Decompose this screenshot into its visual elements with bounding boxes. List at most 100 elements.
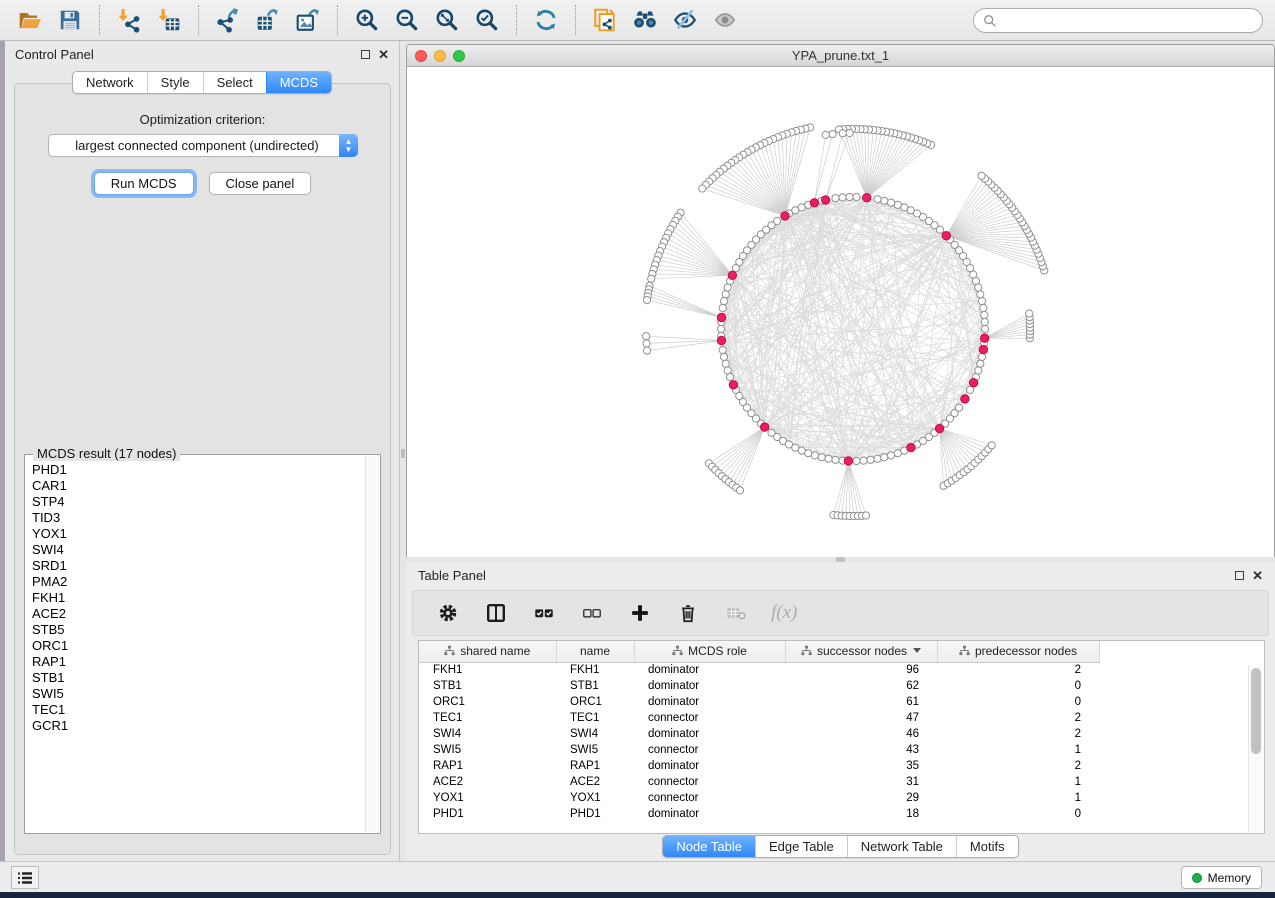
table-cell: RAP1: [419, 758, 556, 774]
unselect-all-columns-button[interactable]: [579, 600, 605, 626]
mcds-result-item[interactable]: STB1: [32, 670, 365, 686]
table-row[interactable]: ORC1ORC1dominator610: [419, 694, 1099, 710]
column-header[interactable]: name: [556, 641, 634, 662]
create-column-button[interactable]: [627, 600, 653, 626]
table-cell: 61: [785, 694, 937, 710]
mcds-result-item[interactable]: STB5: [32, 622, 365, 638]
table-cell: 0: [937, 678, 1099, 694]
open-file-button[interactable]: [10, 3, 50, 37]
table-scrollbar[interactable]: [1248, 665, 1263, 832]
table-row[interactable]: SWI4SWI4dominator462: [419, 726, 1099, 742]
function-builder-button[interactable]: f(x): [771, 602, 797, 624]
table-row[interactable]: RAP1RAP1dominator352: [419, 758, 1099, 774]
close-panel-icon[interactable]: ✕: [378, 50, 389, 59]
table-cell: dominator: [634, 678, 785, 694]
delete-table-button[interactable]: [723, 600, 749, 626]
mcds-result-item[interactable]: ORC1: [32, 638, 365, 654]
table-cell: connector: [634, 790, 785, 806]
mcds-result-item[interactable]: CAR1: [32, 478, 365, 494]
table-row[interactable]: YOX1YOX1connector291: [419, 790, 1099, 806]
mcds-result-item[interactable]: STP4: [32, 494, 365, 510]
zoom-fit-button[interactable]: [427, 3, 467, 37]
tab-style[interactable]: Style: [147, 72, 203, 93]
close-panel-icon[interactable]: ✕: [1252, 571, 1263, 580]
select-all-columns-button[interactable]: [531, 600, 557, 626]
memory-button[interactable]: Memory: [1181, 866, 1262, 889]
show-panels-button[interactable]: [11, 866, 39, 889]
save-session-button[interactable]: [50, 3, 90, 37]
network-window: YPA_prune.txt_1: [406, 44, 1275, 558]
export-image-icon: [295, 7, 321, 33]
zoom-selected-button[interactable]: [467, 3, 507, 37]
first-neighbors-button[interactable]: [625, 3, 665, 37]
run-mcds-button[interactable]: Run MCDS: [94, 172, 194, 195]
table-row[interactable]: ACE2ACE2connector311: [419, 774, 1099, 790]
table-cell: FKH1: [556, 662, 634, 678]
table-row[interactable]: TEC1TEC1connector472: [419, 710, 1099, 726]
mcds-result-item[interactable]: FKH1: [32, 590, 365, 606]
show-columns-button[interactable]: [483, 600, 509, 626]
table-row[interactable]: PHD1PHD1dominator180: [419, 806, 1099, 822]
table-tab-node-table[interactable]: Node Table: [663, 836, 755, 857]
network-window-titlebar[interactable]: YPA_prune.txt_1: [407, 45, 1274, 67]
refresh-layout-button[interactable]: [526, 3, 566, 37]
show-all-button[interactable]: [705, 3, 745, 37]
column-type-icon: [801, 645, 812, 656]
table-cell: 46: [785, 726, 937, 742]
table-row[interactable]: STB1STB1dominator620: [419, 678, 1099, 694]
float-panel-icon[interactable]: [361, 50, 370, 59]
export-table-button[interactable]: [248, 3, 288, 37]
search-input[interactable]: [1003, 13, 1253, 28]
tab-mcds[interactable]: MCDS: [266, 72, 331, 93]
table-tab-edge-table[interactable]: Edge Table: [755, 836, 847, 857]
close-panel-button[interactable]: Close panel: [209, 172, 312, 195]
mcds-result-item[interactable]: SWI4: [32, 542, 365, 558]
control-panel-tabs: NetworkStyleSelectMCDS: [72, 71, 332, 94]
export-image-button[interactable]: [288, 3, 328, 37]
delete-columns-button[interactable]: [675, 600, 701, 626]
search-box[interactable]: [973, 8, 1263, 33]
table-options-button[interactable]: [435, 600, 461, 626]
network-graph[interactable]: [407, 67, 1274, 558]
zoom-in-button[interactable]: [347, 3, 387, 37]
column-header[interactable]: predecessor nodes: [937, 641, 1099, 662]
import-table-button[interactable]: [149, 3, 189, 37]
mcds-result-list[interactable]: PHD1CAR1STP4TID3YOX1SWI4SRD1PMA2FKH1ACE2…: [26, 456, 365, 832]
mcds-result-item[interactable]: PHD1: [32, 462, 365, 478]
hide-selected-button[interactable]: [665, 3, 705, 37]
mcds-result-item[interactable]: RAP1: [32, 654, 365, 670]
tab-network[interactable]: Network: [73, 72, 147, 93]
zoom-out-button[interactable]: [387, 3, 427, 37]
mcds-result-item[interactable]: YOX1: [32, 526, 365, 542]
control-panel: Control Panel ✕ NetworkStyleSelectMCDS O…: [5, 41, 400, 861]
mcds-result-item[interactable]: GCR1: [32, 718, 365, 734]
splitter-handle[interactable]: [401, 449, 405, 458]
table-row[interactable]: FKH1FKH1dominator962: [419, 662, 1099, 678]
mcds-result-item[interactable]: SRD1: [32, 558, 365, 574]
table-tab-network-table[interactable]: Network Table: [847, 836, 956, 857]
mcds-list-scrollbar[interactable]: [365, 456, 379, 832]
mcds-result-item[interactable]: SWI5: [32, 686, 365, 702]
tab-select[interactable]: Select: [203, 72, 266, 93]
table-cell: 0: [937, 806, 1099, 822]
column-header[interactable]: successor nodes: [785, 641, 937, 662]
import-network-button[interactable]: [109, 3, 149, 37]
export-network-button[interactable]: [208, 3, 248, 37]
float-panel-icon[interactable]: [1235, 571, 1244, 580]
table-row[interactable]: SWI5SWI5connector431: [419, 742, 1099, 758]
table-cell: STB1: [419, 678, 556, 694]
scrollbar-thumb[interactable]: [1251, 668, 1261, 754]
control-panel-title: Control Panel: [15, 47, 94, 62]
network-canvas[interactable]: [407, 67, 1274, 558]
mcds-result-item[interactable]: PMA2: [32, 574, 365, 590]
optimization-criterion-select[interactable]: largest connected component (undirected)…: [48, 134, 358, 157]
network-area: YPA_prune.txt_1: [406, 41, 1275, 562]
mcds-result-item[interactable]: ACE2: [32, 606, 365, 622]
mcds-result-item[interactable]: TEC1: [32, 702, 365, 718]
column-header[interactable]: MCDS role: [634, 641, 785, 662]
table-cell: dominator: [634, 694, 785, 710]
table-tab-motifs[interactable]: Motifs: [956, 836, 1018, 857]
mcds-result-item[interactable]: TID3: [32, 510, 365, 526]
column-header[interactable]: shared name: [419, 641, 556, 662]
clone-network-button[interactable]: [585, 3, 625, 37]
